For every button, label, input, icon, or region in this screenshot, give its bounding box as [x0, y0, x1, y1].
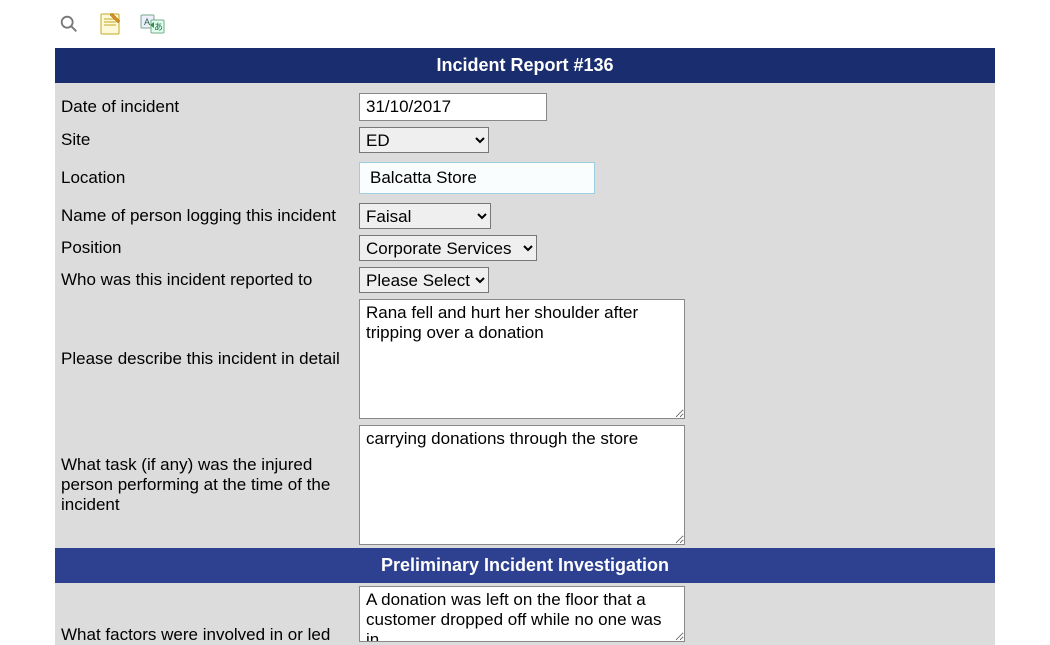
- form-body: Date of incident Site ED Location Name o…: [55, 83, 995, 548]
- date-label: Date of incident: [55, 83, 359, 124]
- factors-textarea[interactable]: A donation was left on the floor that a …: [359, 586, 685, 642]
- position-select[interactable]: Corporate Services: [359, 235, 537, 261]
- site-label: Site: [55, 124, 359, 156]
- task-label: What task (if any) was the injured perso…: [55, 422, 359, 548]
- date-input[interactable]: [359, 93, 547, 121]
- describe-label: Please describe this incident in detail: [55, 296, 359, 422]
- task-textarea[interactable]: carrying donations through the store: [359, 425, 685, 545]
- svg-text:A: A: [144, 17, 150, 27]
- person-label: Name of person logging this incident: [55, 200, 359, 232]
- reported-select[interactable]: Please Select: [359, 267, 489, 293]
- describe-textarea[interactable]: Rana fell and hurt her shoulder after tr…: [359, 299, 685, 419]
- page-title: Incident Report #136: [55, 48, 995, 83]
- translate-icon[interactable]: A あ: [139, 10, 167, 38]
- site-select[interactable]: ED: [359, 127, 489, 153]
- person-select[interactable]: Faisal: [359, 203, 491, 229]
- search-icon[interactable]: [55, 10, 83, 38]
- location-input[interactable]: [359, 162, 595, 194]
- factors-label: What factors were involved in or led: [55, 583, 359, 645]
- form-body-2: What factors were involved in or led A d…: [55, 583, 995, 645]
- position-label: Position: [55, 232, 359, 264]
- subheader: Preliminary Incident Investigation: [55, 548, 995, 583]
- location-label: Location: [55, 156, 359, 200]
- toolbar: A あ: [0, 10, 1050, 48]
- main-container: Incident Report #136 Date of incident Si…: [55, 48, 995, 645]
- reported-label: Who was this incident reported to: [55, 264, 359, 296]
- svg-text:あ: あ: [154, 22, 163, 32]
- notes-icon[interactable]: [97, 10, 125, 38]
